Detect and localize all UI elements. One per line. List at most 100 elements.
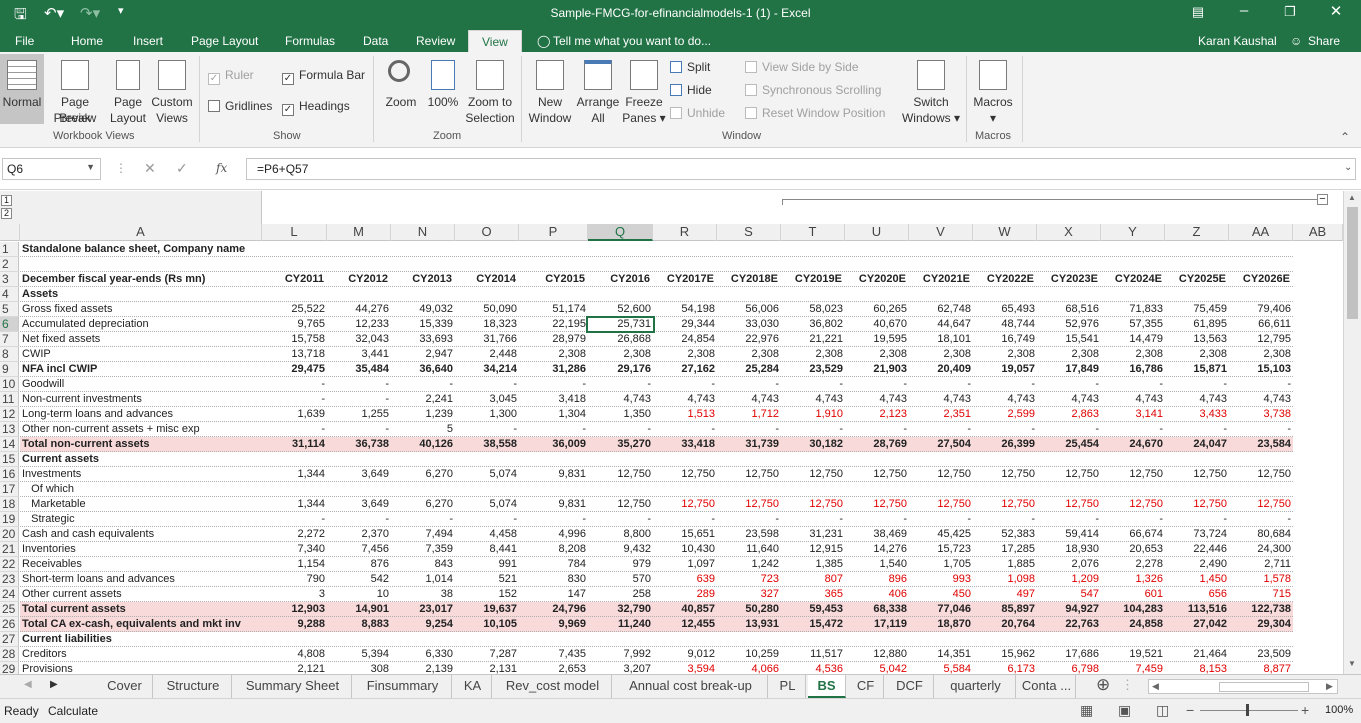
cell-u18[interactable]: 12,750	[845, 497, 909, 512]
cell-s11[interactable]: 4,743	[717, 392, 781, 407]
cell-y10[interactable]: -	[1101, 377, 1165, 392]
row-header-13[interactable]: 13	[0, 422, 19, 437]
cell-n8[interactable]: 2,947	[391, 347, 455, 362]
cell-n3[interactable]: CY2013	[391, 272, 455, 287]
cell-o24[interactable]: 152	[455, 587, 519, 602]
cell-m13[interactable]: -	[327, 422, 391, 437]
h-scroll-thumb[interactable]	[1219, 682, 1309, 692]
switch-windows-button[interactable]: Switch Windows ▾	[900, 54, 962, 125]
cell-m18[interactable]: 3,649	[327, 497, 391, 512]
cell-w23[interactable]: 1,098	[973, 572, 1037, 587]
prev-sheet-icon[interactable]: ◀	[24, 679, 32, 690]
sheet-tab[interactable]: Conta ...	[1018, 675, 1076, 698]
cell-aa5[interactable]: 79,406	[1229, 302, 1293, 317]
row-header-26[interactable]: 26	[0, 617, 19, 632]
cell-l18[interactable]: 1,344	[262, 497, 327, 512]
macros-button[interactable]: Macros ▾	[970, 54, 1016, 125]
collapse-ribbon-icon[interactable]: ⌃	[1340, 130, 1350, 144]
cell-v20[interactable]: 45,425	[909, 527, 973, 542]
cell-o23[interactable]: 521	[455, 572, 519, 587]
cell-o19[interactable]: -	[455, 512, 519, 527]
cell-x13[interactable]: -	[1037, 422, 1101, 437]
cell-s12[interactable]: 1,712	[717, 407, 781, 422]
cancel-icon[interactable]: ✕	[144, 160, 156, 177]
cell-z19[interactable]: -	[1165, 512, 1229, 527]
cell-v8[interactable]: 2,308	[909, 347, 973, 362]
cell-o13[interactable]: -	[455, 422, 519, 437]
cell-t26[interactable]: 15,472	[781, 617, 845, 632]
cell-n19[interactable]: -	[391, 512, 455, 527]
zoom-in-icon[interactable]: +	[1301, 702, 1309, 718]
cell-r18[interactable]: 12,750	[653, 497, 717, 512]
cell-x23[interactable]: 1,209	[1037, 572, 1101, 587]
cell-z9[interactable]: 15,871	[1165, 362, 1229, 377]
cell-r10[interactable]: -	[653, 377, 717, 392]
expand-formula-icon[interactable]: ⌄	[1344, 162, 1352, 173]
cell-o3[interactable]: CY2014	[455, 272, 519, 287]
cell-s20[interactable]: 23,598	[717, 527, 781, 542]
cell-p24[interactable]: 147	[519, 587, 588, 602]
cell-p16[interactable]: 9,831	[519, 467, 588, 482]
cell-q28[interactable]: 7,992	[588, 647, 653, 662]
cell-x8[interactable]: 2,308	[1037, 347, 1101, 362]
cell-q16[interactable]: 12,750	[588, 467, 653, 482]
cell-r3[interactable]: CY2017E	[653, 272, 717, 287]
tab-formulas[interactable]: Formulas	[285, 34, 335, 48]
cell-s25[interactable]: 50,280	[717, 602, 781, 617]
cell-u11[interactable]: 4,743	[845, 392, 909, 407]
cell-n16[interactable]: 6,270	[391, 467, 455, 482]
row-header-25[interactable]: 25	[0, 602, 19, 617]
cell-s26[interactable]: 13,931	[717, 617, 781, 632]
cell-w20[interactable]: 52,383	[973, 527, 1037, 542]
cell-q20[interactable]: 8,800	[588, 527, 653, 542]
sheet-tab[interactable]: quarterly	[936, 675, 1016, 698]
cell-w22[interactable]: 1,885	[973, 557, 1037, 572]
cell-s9[interactable]: 25,284	[717, 362, 781, 377]
cell-t16[interactable]: 12,750	[781, 467, 845, 482]
cell-m28[interactable]: 5,394	[327, 647, 391, 662]
cell-v13[interactable]: -	[909, 422, 973, 437]
cell-l19[interactable]: -	[262, 512, 327, 527]
cell-q26[interactable]: 11,240	[588, 617, 653, 632]
cell-z28[interactable]: 21,464	[1165, 647, 1229, 662]
cell-y28[interactable]: 19,521	[1101, 647, 1165, 662]
cell-q13[interactable]: -	[588, 422, 653, 437]
cell-v12[interactable]: 2,351	[909, 407, 973, 422]
cell-s8[interactable]: 2,308	[717, 347, 781, 362]
cell-n13[interactable]: 5	[391, 422, 455, 437]
cell-z14[interactable]: 24,047	[1165, 437, 1229, 452]
column-header-v[interactable]: V	[909, 224, 973, 241]
zoom-100-button[interactable]: 100%	[425, 54, 461, 124]
cell-n20[interactable]: 7,494	[391, 527, 455, 542]
row-header-3[interactable]: 3	[0, 272, 19, 287]
column-header-z[interactable]: Z	[1165, 224, 1229, 241]
cell-o22[interactable]: 991	[455, 557, 519, 572]
cell-r13[interactable]: -	[653, 422, 717, 437]
gridlines-checkbox[interactable]: Gridlines	[208, 99, 272, 113]
cell-t21[interactable]: 12,915	[781, 542, 845, 557]
cell-p22[interactable]: 784	[519, 557, 588, 572]
cell-x12[interactable]: 2,863	[1037, 407, 1101, 422]
row-header-21[interactable]: 21	[0, 542, 19, 557]
row-header-8[interactable]: 8	[0, 347, 19, 362]
cell-x16[interactable]: 12,750	[1037, 467, 1101, 482]
custom-views-button[interactable]: Custom Views	[149, 54, 195, 125]
cell-q22[interactable]: 979	[588, 557, 653, 572]
page-break-preview-button[interactable]: Page Break Preview	[45, 54, 105, 125]
column-header-p[interactable]: P	[519, 224, 588, 241]
cell-n25[interactable]: 23,017	[391, 602, 455, 617]
cell-p6[interactable]: 22,195	[519, 317, 588, 332]
row-header-2[interactable]: 2	[0, 257, 19, 272]
cell-t20[interactable]: 31,231	[781, 527, 845, 542]
cell-o14[interactable]: 38,558	[455, 437, 519, 452]
row-label[interactable]: Strategic	[22, 512, 262, 527]
cell-r12[interactable]: 1,513	[653, 407, 717, 422]
cell-aa6[interactable]: 66,611	[1229, 317, 1293, 332]
cell-t11[interactable]: 4,743	[781, 392, 845, 407]
cell-m23[interactable]: 542	[327, 572, 391, 587]
reset-window-position-button[interactable]: Reset Window Position	[745, 106, 885, 120]
row-header-11[interactable]: 11	[0, 392, 19, 407]
cell-v11[interactable]: 4,743	[909, 392, 973, 407]
split-button[interactable]: Split	[670, 60, 710, 74]
cell-v22[interactable]: 1,705	[909, 557, 973, 572]
